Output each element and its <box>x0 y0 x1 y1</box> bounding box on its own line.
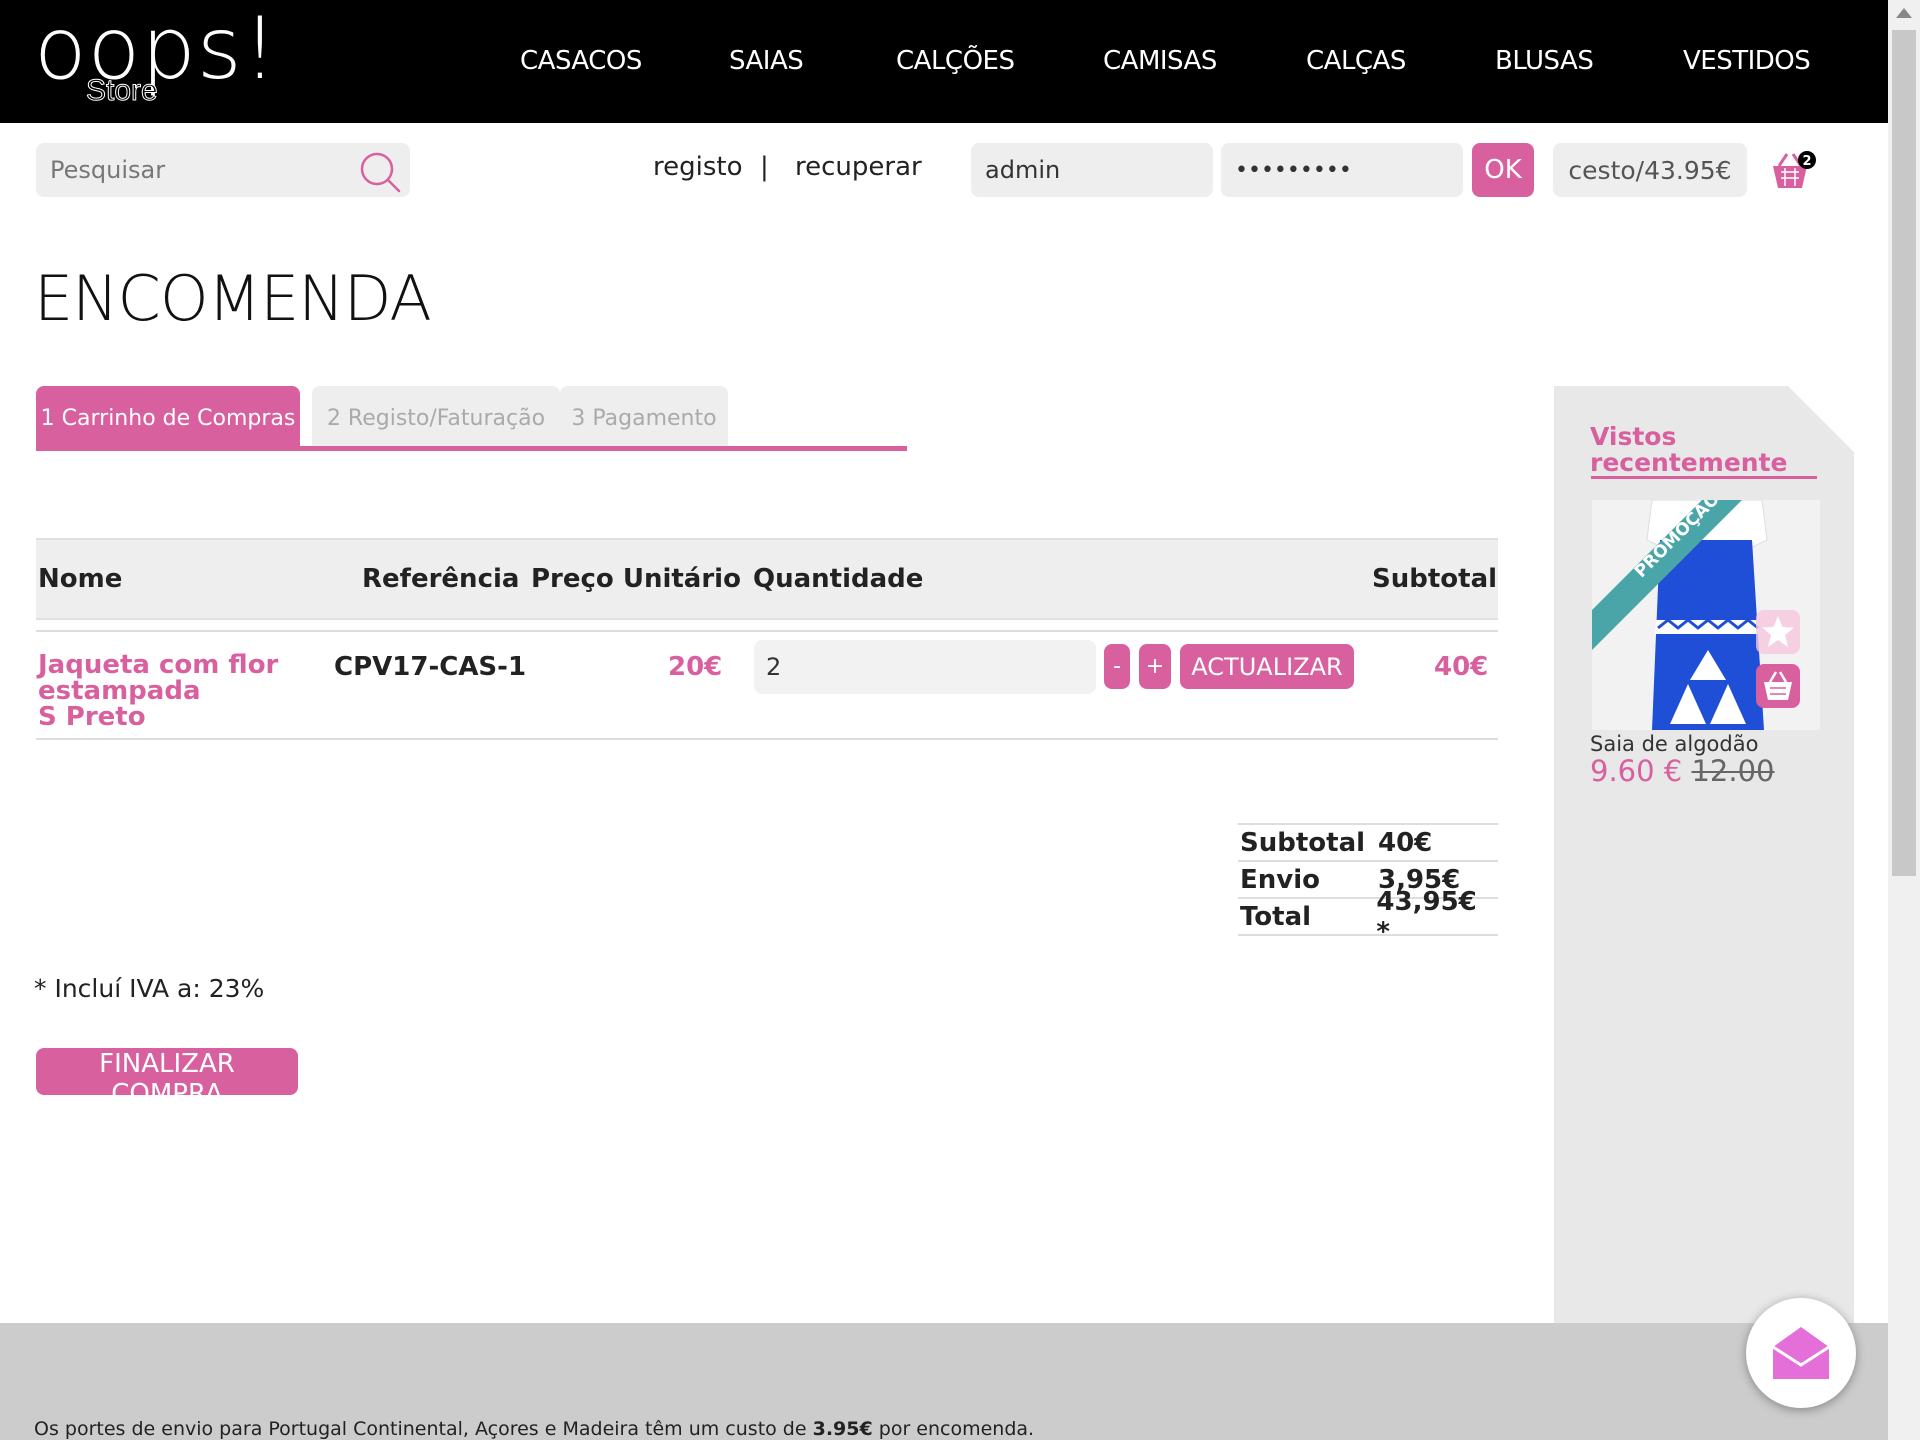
register-link[interactable]: registo <box>653 152 743 182</box>
quantity-minus-button[interactable]: - <box>1104 644 1130 689</box>
vat-note: * Incluí IVA a: 23% <box>34 974 265 1003</box>
quantity-input[interactable] <box>754 640 1096 694</box>
totals-table: Subtotal 40€ Envio 3,95€ Total 43,95€ * <box>1238 823 1498 947</box>
totals-value: 40€ <box>1378 827 1433 858</box>
unit-price: 20€ <box>668 652 723 682</box>
totals-label: Envio <box>1240 864 1320 895</box>
recent-product-image[interactable]: PROMOÇÃO <box>1592 500 1820 730</box>
row-divider <box>36 630 1498 632</box>
footer-text-part: Os portes de envio para Portugal Contine… <box>34 1418 813 1440</box>
cart-icon[interactable] <box>1756 664 1800 708</box>
col-subtotal: Subtotal <box>1372 564 1498 594</box>
col-name: Nome <box>38 564 123 594</box>
footer-shipping-text: Os portes de envio para Portugal Contine… <box>34 1418 1034 1440</box>
recover-link[interactable]: recuperar <box>795 152 922 182</box>
message-button[interactable] <box>1746 1298 1856 1408</box>
nav-vestidos[interactable]: VESTIDOS <box>1683 46 1811 76</box>
login-ok-button[interactable]: OK <box>1472 143 1534 197</box>
recent-product-price: 9.60 € 12.00 <box>1590 754 1775 788</box>
col-unit-price: Preço Unitário <box>531 564 741 594</box>
basket-total[interactable]: cesto/43.95€ <box>1553 143 1747 197</box>
scroll-up-arrow[interactable] <box>1896 8 1912 18</box>
totals-row-total: Total 43,95€ * <box>1238 887 1498 947</box>
product-variant: S Preto <box>38 702 146 732</box>
username-input[interactable] <box>971 143 1213 197</box>
col-quantity: Quantidade <box>753 564 924 594</box>
nav-camisas[interactable]: CAMISAS <box>1103 46 1217 76</box>
sidebar-title-underline <box>1591 476 1817 479</box>
star-icon[interactable] <box>1756 610 1800 654</box>
steps-underline <box>36 446 907 451</box>
product-name-link[interactable]: Jaqueta com flor estampada S Preto <box>38 652 278 730</box>
totals-label: Total <box>1240 901 1312 932</box>
envelope-icon <box>1772 1327 1830 1379</box>
product-reference: CPV17-CAS-1 <box>334 652 527 682</box>
basket-icon[interactable]: 2 <box>1767 148 1819 194</box>
finalize-purchase-button[interactable]: FINALIZAR COMPRA <box>36 1048 298 1109</box>
nav-calcoes[interactable]: CALÇÕES <box>896 46 1015 76</box>
logo-store-text: Store <box>86 74 159 107</box>
scrollbar-thumb[interactable] <box>1892 30 1916 876</box>
quantity-plus-button[interactable]: + <box>1139 644 1171 689</box>
basket-count: 2 <box>1802 154 1811 169</box>
password-input[interactable] <box>1221 143 1463 197</box>
sidebar-title-line: Vistos <box>1590 422 1677 451</box>
panel-corner-cut <box>1788 386 1854 452</box>
page-title: ENCOMENDA <box>34 262 432 335</box>
sidebar-title-line: recentemente <box>1590 448 1788 477</box>
totals-row-subtotal: Subtotal 40€ <box>1238 823 1498 860</box>
footer-text-part: por encomenda. <box>872 1418 1035 1440</box>
nav-casacos[interactable]: CASACOS <box>520 46 642 76</box>
step-payment[interactable]: 3 Pagamento <box>560 386 728 450</box>
step-cart[interactable]: 1 Carrinho de Compras <box>36 386 300 450</box>
nav-saias[interactable]: SAIAS <box>729 46 804 76</box>
link-separator: | <box>760 152 769 182</box>
totals-value: 43,95€ * <box>1376 886 1477 947</box>
footer-shipping-cost: 3.95€ <box>812 1418 873 1440</box>
recent-product-name[interactable]: Saia de algodão <box>1590 732 1758 756</box>
current-price: 9.60 € <box>1590 754 1683 788</box>
col-reference: Referência <box>362 564 520 594</box>
search-icon[interactable] <box>358 150 402 194</box>
totals-label: Subtotal <box>1240 827 1366 858</box>
recently-viewed-title: Vistos recentemente <box>1590 424 1787 476</box>
update-button[interactable]: ACTUALIZAR <box>1180 644 1354 689</box>
search-input[interactable] <box>36 143 410 197</box>
row-divider <box>36 738 1498 740</box>
old-price: 12.00 <box>1691 754 1775 788</box>
step-register[interactable]: 2 Registo/Faturação <box>312 386 560 450</box>
nav-calcas[interactable]: CALÇAS <box>1306 46 1406 76</box>
row-subtotal: 40€ <box>1434 652 1489 682</box>
nav-blusas[interactable]: BLUSAS <box>1495 46 1594 76</box>
